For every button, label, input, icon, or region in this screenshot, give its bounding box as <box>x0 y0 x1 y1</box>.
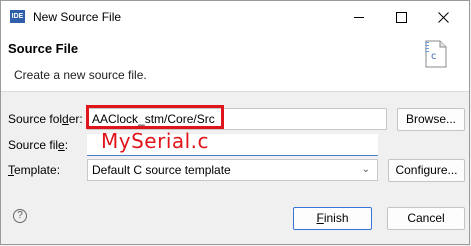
finish-button[interactable]: Finish <box>293 207 372 230</box>
template-label: Template: <box>8 163 61 177</box>
template-value: Default C source template <box>92 163 231 177</box>
configure-button[interactable]: Configure... <box>388 159 465 182</box>
source-folder-label: Source folder: <box>8 112 83 126</box>
minimize-button[interactable] <box>337 1 381 33</box>
window-title: New Source File <box>33 10 122 24</box>
folder-highlight-box <box>86 105 224 129</box>
chevron-down-icon: ⌄ <box>361 164 370 175</box>
wizard-banner: Source File Create a new source file. c <box>1 33 469 92</box>
close-icon <box>437 11 449 23</box>
ide-app-icon: IDE <box>10 10 25 23</box>
c-source-file-icon: c <box>425 40 447 68</box>
help-icon[interactable]: ? <box>13 209 27 223</box>
template-select[interactable]: Default C source template ⌄ <box>87 159 378 181</box>
svg-text:c: c <box>431 51 437 62</box>
annotation-text: MySerial.c <box>101 129 210 153</box>
minimize-icon <box>354 16 364 18</box>
new-source-file-dialog: IDE New Source File Source File Create a… <box>0 0 470 245</box>
maximize-icon <box>395 11 407 23</box>
wizard-title: Source File <box>8 41 79 56</box>
cancel-button[interactable]: Cancel <box>387 207 465 230</box>
browse-button[interactable]: Browse... <box>397 108 465 131</box>
maximize-button[interactable] <box>379 1 423 33</box>
close-button[interactable] <box>421 1 465 33</box>
wizard-description: Create a new source file. <box>14 68 147 82</box>
source-file-label: Source file: <box>8 138 69 152</box>
title-bar: IDE New Source File <box>1 1 469 33</box>
